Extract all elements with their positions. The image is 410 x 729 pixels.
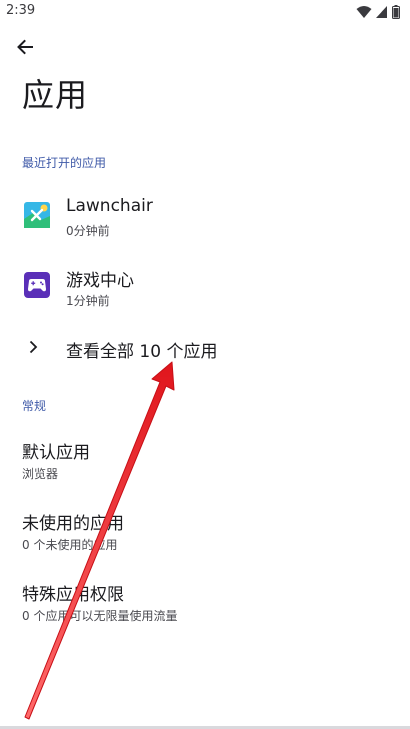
pref-title: 未使用的应用 xyxy=(22,514,124,534)
app-last-used: 0分钟前 xyxy=(66,224,110,238)
pref-unused-apps[interactable]: 未使用的应用 0 个未使用的应用 xyxy=(0,505,410,561)
section-header-general: 常规 xyxy=(22,399,47,413)
pref-default-apps[interactable]: 默认应用 浏览器 xyxy=(0,434,410,490)
pref-special-app-access[interactable]: 特殊应用权限 0 个应用可以无限量使用流量 xyxy=(0,576,410,632)
game-center-app-icon xyxy=(24,272,50,298)
see-all-apps-label: 查看全部 10 个应用 xyxy=(66,342,218,362)
pref-title: 默认应用 xyxy=(22,443,90,463)
page-title: 应用 xyxy=(22,76,89,114)
pref-summary: 0 个未使用的应用 xyxy=(22,538,118,552)
recent-app-row-game-center[interactable]: 游戏中心 1分钟前 xyxy=(0,258,410,320)
battery-icon xyxy=(392,5,400,19)
app-last-used: 1分钟前 xyxy=(66,294,110,308)
recent-app-row-lawnchair[interactable]: Lawnchair 0分钟前 xyxy=(0,188,410,250)
status-icons xyxy=(356,4,400,20)
section-header-recent: 最近打开的应用 xyxy=(22,156,107,170)
app-name: 游戏中心 xyxy=(66,271,134,291)
wifi-icon xyxy=(356,6,372,18)
signal-icon xyxy=(376,6,387,18)
chevron-right-icon xyxy=(29,340,38,354)
app-name: Lawnchair xyxy=(66,196,153,216)
back-arrow-icon xyxy=(17,39,33,55)
pref-summary: 0 个应用可以无限量使用流量 xyxy=(22,609,178,623)
status-time: 2:39 xyxy=(6,3,36,18)
pref-title: 特殊应用权限 xyxy=(22,585,124,605)
see-all-apps-button[interactable]: 查看全部 10 个应用 xyxy=(0,328,410,368)
pref-summary: 浏览器 xyxy=(22,467,59,481)
back-button[interactable] xyxy=(10,34,40,60)
apps-settings-screen: 2:39 应用 最近打开的应用 Lawnchair 0分钟前 游戏中心 1分钟前… xyxy=(0,0,410,729)
status-bar: 2:39 xyxy=(0,0,410,24)
lawnchair-app-icon xyxy=(24,202,50,228)
